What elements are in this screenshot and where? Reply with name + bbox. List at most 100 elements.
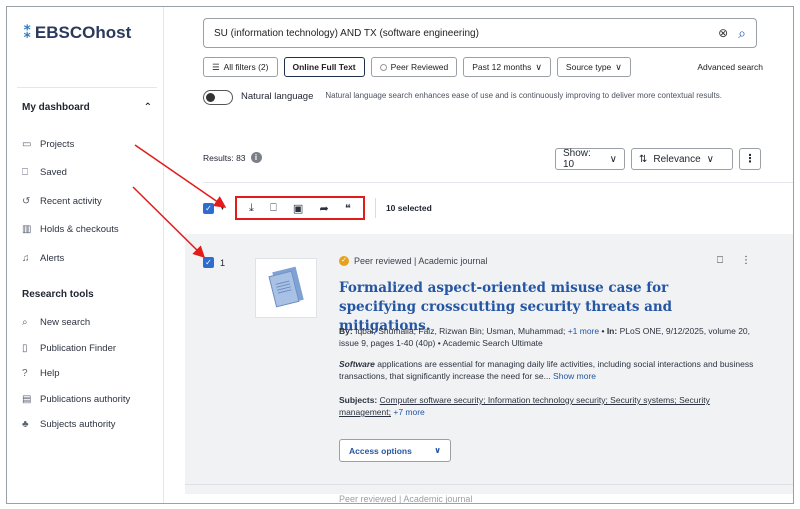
chevron-down-icon: ∨ [535, 61, 542, 72]
publication-type: ✓ Peer reviewed | Academic journal [339, 256, 487, 266]
sidebar-item-label: Help [40, 368, 60, 380]
access-options-dropdown[interactable]: Access options ∨ [339, 439, 451, 462]
sort-dropdown[interactable]: ⇅ Relevance ∨ [631, 148, 733, 170]
sidebar-item-subjects-authority[interactable]: ♣ Subjects authority [22, 412, 130, 438]
dashboard-heading: My dashboard [22, 102, 90, 113]
select-all-checkbox[interactable]: ✓ [203, 202, 214, 214]
dashboard-list: ▭ Projects ⎕ Saved ↺ Recent activity ▥ Holds… [22, 130, 119, 273]
sidebar-item-label: Publications authority [40, 393, 131, 405]
books-icon: ▥ [22, 224, 32, 236]
all-filters-label: All filters (2) [223, 62, 269, 72]
dashboard-section-toggle[interactable]: My dashboard ⌃ [22, 102, 152, 113]
natural-language-toggle[interactable] [203, 90, 233, 105]
logo-glyph-icon: ⁑ [23, 23, 32, 42]
share-icon[interactable]: ➦ [319, 202, 328, 215]
result-more-icon[interactable]: ⋮ [741, 255, 751, 266]
chevron-down-icon: ∨ [615, 61, 622, 72]
search-icon[interactable]: ⌕ [738, 25, 746, 42]
sidebar: ⁑ EBSCOhost My dashboard ⌃ ▭ Projects ⎕ Sa… [7, 7, 164, 503]
page-size-label: Show: 10 [563, 148, 591, 170]
access-options-label: Access options [349, 445, 412, 456]
advanced-search-link[interactable]: Advanced search [697, 62, 763, 72]
subjects-prefix: Subjects: [339, 395, 378, 405]
result-select: ✓ 1 [203, 257, 225, 268]
result-number: 1 [220, 257, 226, 268]
sidebar-item-holds-checkouts[interactable]: ▥ Holds & checkouts [22, 216, 119, 245]
more-options-button[interactable]: ⋮ [739, 148, 761, 170]
more-subjects-link[interactable]: +7 more [393, 407, 424, 417]
clear-search-icon[interactable]: ⊗ [718, 26, 728, 40]
cite-icon[interactable]: ❝ [345, 202, 351, 215]
sidebar-item-projects[interactable]: ▭ Projects [22, 130, 119, 159]
sidebar-item-publication-finder[interactable]: ▯ Publication Finder [22, 336, 130, 362]
chevron-up-icon: ⌃ [143, 102, 152, 113]
download-icon[interactable]: ⤓ [249, 202, 254, 215]
more-authors-link[interactable]: +1 more [568, 326, 599, 336]
ebscohost-logo[interactable]: ⁑ EBSCOhost [23, 23, 131, 43]
abstract-highlight: Software [339, 359, 375, 369]
online-full-text-chip[interactable]: Online Full Text [283, 57, 365, 77]
peer-reviewed-chip[interactable]: Peer Reviewed [370, 57, 458, 77]
bookmark-icon[interactable]: ⎕ [270, 202, 277, 215]
hierarchy-icon: ♣ [22, 419, 29, 431]
sort-label: Relevance [653, 153, 701, 165]
peer-reviewed-label: Peer Reviewed [390, 62, 449, 72]
filter-sliders-icon: ☰ [212, 61, 220, 72]
sidebar-item-label: Subjects authority [40, 419, 116, 431]
date-range-dropdown[interactable]: Past 12 months ∨ [463, 57, 551, 77]
result-byline: By: Iqbal, Shumaila; Faiz, Rizwan Bin; U… [339, 325, 759, 349]
online-full-text-label: Online Full Text [292, 62, 356, 72]
folder-icon: ▭ [22, 138, 32, 150]
sidebar-item-recent-activity[interactable]: ↺ Recent activity [22, 187, 119, 216]
result-thumbnail[interactable] [255, 258, 317, 318]
bulk-actions-group: ⤓ ⎕ ▣ ➦ ❝ [234, 196, 365, 220]
sidebar-item-label: Publication Finder [40, 342, 117, 354]
date-range-label: Past 12 months [472, 62, 532, 72]
authors[interactable]: Iqbal, Shumaila; Faiz, Rizwan Bin; Usman… [355, 326, 565, 336]
journal-article-icon [268, 266, 304, 308]
abstract-text: applications are essential for managing … [339, 359, 754, 381]
chevron-down-icon: ∨ [609, 153, 617, 165]
sidebar-item-publications-authority[interactable]: ▤ Publications authority [22, 387, 130, 413]
sidebar-item-saved[interactable]: ⎕ Saved [22, 159, 119, 188]
research-tools-list: ⌕ New search ▯ Publication Finder ? Help ▤ P… [22, 310, 130, 438]
result-subjects: Subjects: Computer software security; In… [339, 394, 759, 418]
sidebar-item-label: Holds & checkouts [40, 224, 119, 236]
bulk-action-bar: ✓ ▼ ⤓ ⎕ ▣ ➦ ❝ 10 selected [203, 196, 763, 220]
page-size-dropdown[interactable]: Show: 10 ∨ [555, 148, 625, 170]
info-icon[interactable]: i [250, 152, 262, 163]
all-filters-button[interactable]: ☰ All filters (2) [203, 57, 278, 77]
sidebar-item-alerts[interactable]: ♫ Alerts [22, 244, 119, 273]
publication-type-label: Peer reviewed | Academic journal [354, 256, 488, 266]
result-abstract: Software applications are essential for … [339, 358, 759, 382]
result-divider [185, 484, 793, 485]
next-result-publication-type: Peer reviewed | Academic journal [339, 494, 473, 504]
add-to-folder-icon[interactable]: ▣ [293, 202, 303, 215]
search-input[interactable]: SU (information technology) AND TX (soft… [214, 28, 718, 39]
selected-count: 10 selected [385, 203, 432, 213]
history-icon: ↺ [22, 195, 31, 207]
sidebar-item-label: Alerts [40, 252, 65, 264]
show-more-link[interactable]: Show more [553, 371, 596, 381]
sidebar-item-help[interactable]: ? Help [22, 361, 130, 387]
toolbar-divider [203, 182, 793, 183]
sidebar-item-label: New search [40, 317, 91, 329]
result-actions: ⎕ ⋮ [717, 255, 751, 266]
bookmark-icon[interactable]: ⎕ [717, 255, 723, 266]
radio-dot-icon [379, 63, 387, 71]
natural-language-description: Natural language search enhances ease of… [325, 91, 723, 100]
bookmark-icon: ⎕ [22, 167, 28, 179]
by-prefix: By: [339, 326, 353, 336]
bell-icon: ♫ [22, 252, 30, 264]
research-tools-heading: Research tools [22, 289, 94, 300]
caret-down-icon[interactable]: ▼ [219, 205, 226, 212]
sidebar-item-new-search[interactable]: ⌕ New search [22, 310, 130, 336]
document-icon: ▯ [22, 342, 28, 354]
source-type-dropdown[interactable]: Source type ∨ [556, 57, 631, 77]
search-box[interactable]: SU (information technology) AND TX (soft… [203, 18, 757, 48]
main-content: SU (information technology) AND TX (soft… [165, 7, 793, 503]
results-count-label: Results: 83 [203, 152, 246, 163]
natural-language-row: Natural language Natural language search… [203, 89, 763, 105]
result-checkbox[interactable]: ✓ [203, 257, 214, 268]
natural-language-label: Natural language [241, 91, 314, 102]
